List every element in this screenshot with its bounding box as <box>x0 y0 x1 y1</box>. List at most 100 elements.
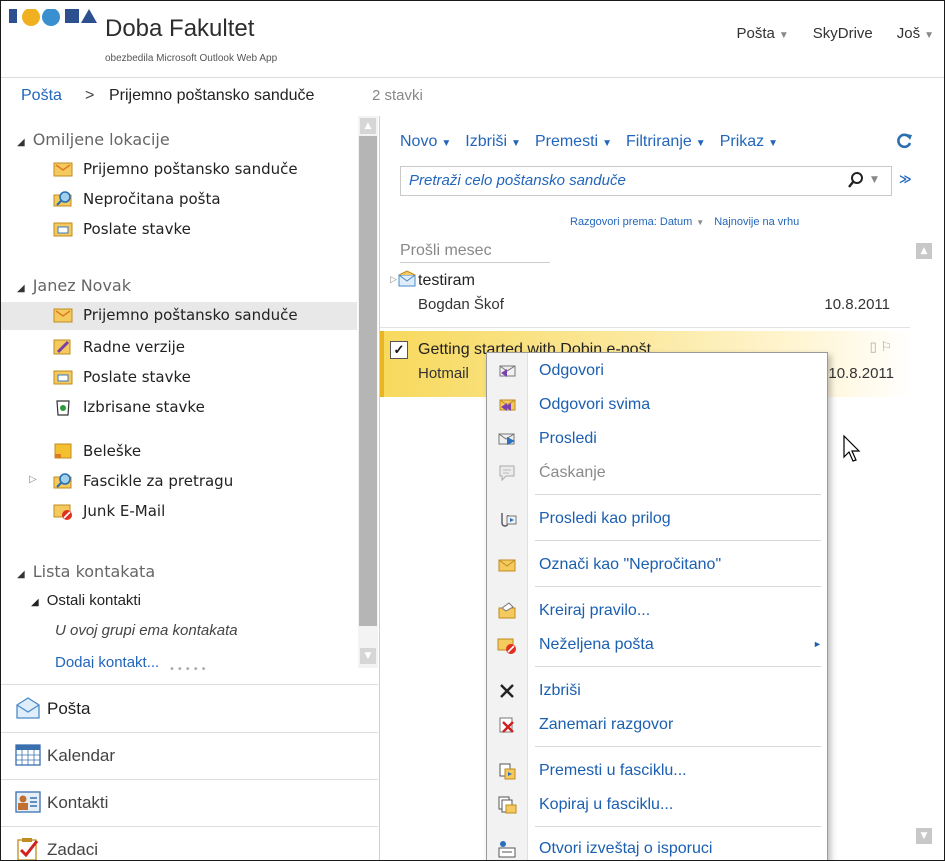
view-button[interactable]: Prikaz ▼ <box>720 133 778 151</box>
group-header: Prošli mesec <box>400 242 900 264</box>
scroll-up-arrow-icon[interactable]: ▲ <box>916 243 932 259</box>
expand-search-icon[interactable]: ≫ <box>899 172 912 186</box>
mark-unread-icon <box>498 559 516 572</box>
menu-forward[interactable]: Prosledi <box>487 423 827 455</box>
module-tasks[interactable]: Zadaci <box>1 827 378 860</box>
forward-attachment-icon <box>501 513 517 527</box>
scroll-down-arrow-icon[interactable]: ▼ <box>360 648 376 664</box>
module-calendar[interactable]: Kalendar <box>1 733 378 779</box>
favorite-inbox[interactable]: Prijemno poštansko sanduče <box>53 156 357 184</box>
folder-search-folders[interactable]: Fascikle za pretragu <box>53 468 357 496</box>
search-input[interactable]: Pretraži celo poštansko sanduče <box>409 172 626 189</box>
contacts-list-header[interactable]: ◢ Lista kontakata <box>17 562 155 581</box>
favorite-unread-mail[interactable]: Nepročitana pošta <box>53 186 357 214</box>
filter-button[interactable]: Filtriranje ▼ <box>626 133 706 151</box>
flag-icon[interactable]: ▯ ⚐ <box>870 339 892 355</box>
top-nav-mail[interactable]: Pošta ▼ <box>736 25 788 42</box>
menu-junk-mail[interactable]: Neželjena pošta ► <box>487 629 827 661</box>
app-subtitle: obezbedila Microsoft Outlook Web App <box>105 53 278 64</box>
menu-forward-as-attachment[interactable]: Prosledi kao prilog <box>487 503 827 535</box>
contacts-icon <box>15 791 41 813</box>
folder-deleted-items[interactable]: Izbrisane stavke <box>53 394 357 422</box>
folder-junk-email[interactable]: Junk E-Mail <box>53 498 357 526</box>
chevron-down-icon: ▼ <box>778 30 789 41</box>
chevron-down-icon: ▼ <box>441 138 452 149</box>
header: Doba Fakultet obezbedila Microsoft Outlo… <box>1 1 944 77</box>
refresh-icon[interactable] <box>895 132 913 150</box>
delete-icon <box>500 684 514 698</box>
menu-create-rule[interactable]: Kreiraj pravilo... <box>487 595 827 627</box>
menu-separator <box>535 494 821 495</box>
chevron-down-icon[interactable]: ▼ <box>871 175 878 185</box>
inbox-icon <box>53 162 73 177</box>
item-count: 2 stavki <box>372 87 423 104</box>
contacts-group-other[interactable]: ◢ Ostali kontakti <box>31 592 141 609</box>
folder-notes[interactable]: Beleške <box>53 438 357 466</box>
menu-copy-to-folder[interactable]: Kopiraj u fasciklu... <box>487 789 827 821</box>
resize-grip-icon[interactable]: ••••• <box>169 664 209 675</box>
menu-mark-unread[interactable]: Označi kao "Nepročitano" <box>487 549 827 581</box>
toolbar: Novo ▼ Izbriši ▼ Premesti ▼ Filtriranje ▼ Pr… <box>400 133 778 151</box>
create-rule-icon <box>498 602 516 619</box>
breadcrumb-root[interactable]: Pošta <box>21 87 62 105</box>
junk-mail-icon <box>53 504 72 520</box>
search-folder-icon <box>53 473 72 489</box>
expand-arrow-icon[interactable]: ▷ <box>390 274 397 285</box>
menu-separator <box>535 586 821 587</box>
scroll-down-arrow-icon[interactable]: ▼ <box>916 828 932 844</box>
mailbox-header[interactable]: ◢ Janez Novak <box>17 276 131 295</box>
menu-reply-all[interactable]: Odgovori svima <box>487 389 827 421</box>
chevron-down-icon: ▼ <box>695 138 706 149</box>
menu-chat: Ćaskanje <box>487 457 827 489</box>
favorites-header[interactable]: ◢ Omiljene lokacije <box>17 130 170 149</box>
app-title: Doba Fakultet <box>105 15 255 42</box>
folder-sent-items[interactable]: Poslate stavke <box>53 364 357 392</box>
context-menu: Odgovori Odgovori svima Prosledi Ćaskanj… <box>486 352 828 860</box>
module-contacts[interactable]: Kontakti <box>1 780 378 826</box>
ignore-conversation-icon <box>499 717 514 733</box>
sort-by-link[interactable]: Razgovori prema: Datum <box>570 216 692 228</box>
move-to-folder-icon <box>499 763 516 780</box>
add-contact-link[interactable]: Dodaj kontakt... <box>55 654 159 668</box>
folder-drafts[interactable]: Radne verzije <box>53 334 357 362</box>
mail-icon <box>16 697 40 719</box>
search-box[interactable]: Pretraži celo poštansko sanduče ▼ <box>400 166 892 196</box>
tasks-icon <box>17 838 39 860</box>
expand-arrow-icon[interactable]: ▷ <box>29 474 37 485</box>
top-nav-skydrive[interactable]: SkyDrive <box>813 25 873 42</box>
menu-delete[interactable]: Izbriši <box>487 675 827 707</box>
top-nav-more[interactable]: Još ▼ <box>897 25 934 42</box>
sort-options: Razgovori prema: Datum ▼ Najnovije na vrhu <box>570 216 799 228</box>
menu-move-to-folder[interactable]: Premesti u fasciklu... <box>487 755 827 787</box>
menu-separator <box>535 746 821 747</box>
scroll-thumb[interactable] <box>359 136 377 626</box>
folder-inbox[interactable]: Prijemno poštansko sanduče <box>1 302 357 330</box>
collapse-triangle-icon: ◢ <box>17 569 25 580</box>
search-folder-icon <box>53 191 72 207</box>
move-button[interactable]: Premesti ▼ <box>535 133 612 151</box>
chevron-down-icon: ▼ <box>768 138 779 149</box>
menu-reply[interactable]: Odgovori <box>487 355 827 387</box>
menu-separator <box>535 540 821 541</box>
inbox-icon <box>53 308 73 323</box>
logo-mark-icon <box>9 8 97 26</box>
favorite-sent-items[interactable]: Poslate stavke <box>53 216 357 244</box>
message-sender: Bogdan Škof <box>418 296 504 313</box>
menu-ignore-conversation[interactable]: Zanemari razgovor <box>487 709 827 741</box>
collapse-triangle-icon: ◢ <box>31 597 39 608</box>
chevron-down-icon: ▼ <box>602 138 612 149</box>
message-date: 10.8.2011 <box>824 296 890 313</box>
junk-mail-icon <box>497 638 516 654</box>
folder-pane-scrollbar[interactable]: ▲ ▼ <box>358 116 378 668</box>
delete-button[interactable]: Izbriši ▼ <box>465 133 521 151</box>
sort-order-link[interactable]: Najnovije na vrhu <box>714 216 799 228</box>
menu-delivery-report[interactable]: Otvori izveštaj o isporuci <box>487 833 827 860</box>
search-icon[interactable] <box>847 171 865 189</box>
message-row[interactable]: ▷ testiram Bogdan Škof 10.8.2011 <box>380 266 910 328</box>
divider <box>380 327 910 328</box>
scroll-up-arrow-icon[interactable]: ▲ <box>360 118 376 134</box>
message-checkbox[interactable]: ✓ <box>390 341 408 359</box>
new-button[interactable]: Novo ▼ <box>400 133 451 151</box>
drafts-icon <box>53 339 71 355</box>
module-mail[interactable]: Pošta <box>1 686 378 732</box>
